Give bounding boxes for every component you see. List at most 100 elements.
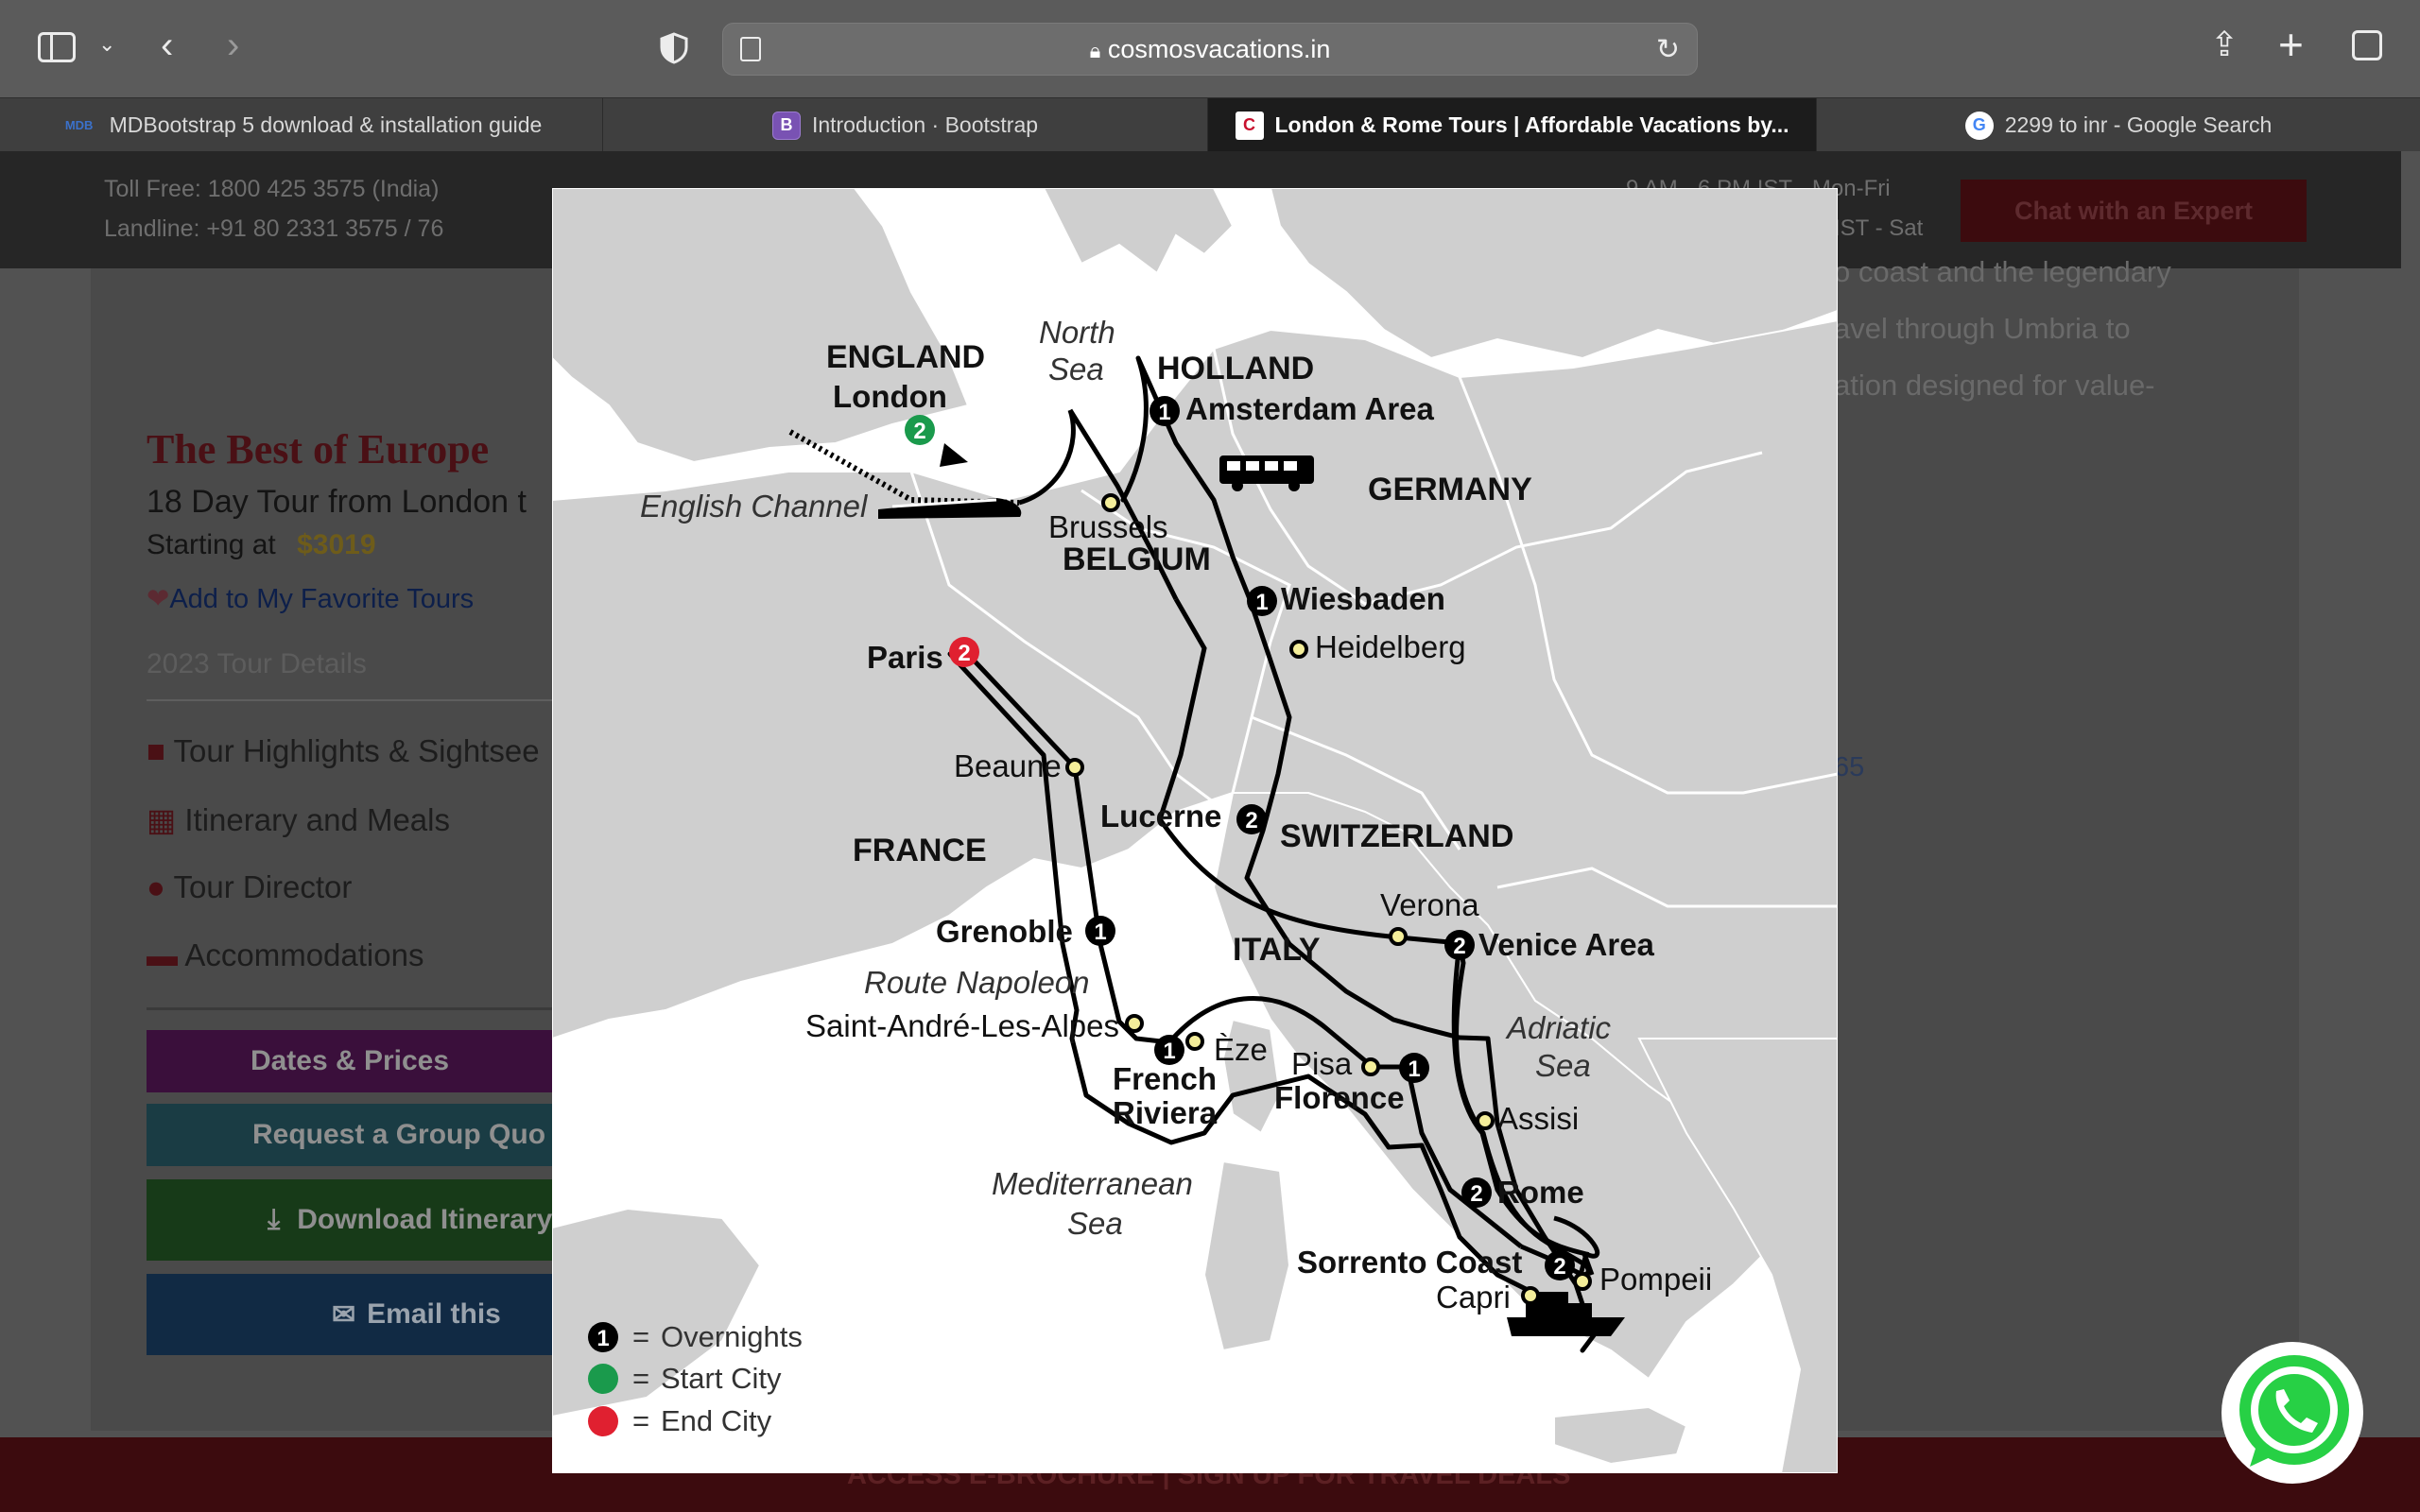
heidelberg-label: Heidelberg xyxy=(1315,629,1466,664)
cosmos-icon: C xyxy=(1235,111,1264,140)
tab-bar: MDB MDBootstrap 5 download & installatio… xyxy=(0,97,2420,152)
sorrento-label: Sorrento Coast xyxy=(1297,1245,1522,1280)
whatsapp-icon xyxy=(2226,1347,2359,1479)
chat-expert-button[interactable]: Chat with an Expert xyxy=(1961,180,2307,242)
price: $3019 xyxy=(297,529,376,560)
forward-icon[interactable]: › xyxy=(227,25,239,67)
pisa-stop xyxy=(1361,1057,1380,1076)
germany-label: GERMANY xyxy=(1368,472,1532,507)
heidelberg-stop xyxy=(1289,640,1308,659)
download-itinerary-button[interactable]: ⤓ Download Itinerary xyxy=(147,1179,553,1261)
svg-text:2: 2 xyxy=(958,641,970,666)
new-tab-icon[interactable]: + xyxy=(2278,19,2304,70)
legend-start-marker xyxy=(588,1364,618,1394)
adriatic-label: Adriatic xyxy=(1505,1010,1612,1045)
camera-icon: ■ xyxy=(147,733,165,768)
tour-map-modal[interactable]: ENGLAND HOLLAND GERMANY BELGIUM FRANCE S… xyxy=(552,188,1838,1473)
rome-label: Rome xyxy=(1497,1175,1584,1210)
legend-equals: = xyxy=(632,1362,649,1395)
svg-text:2: 2 xyxy=(1245,808,1257,833)
tour-description-2: avel through Umbria to xyxy=(1834,312,2131,345)
svg-text:1: 1 xyxy=(1163,1039,1175,1064)
divider xyxy=(147,699,553,701)
favorite-link[interactable]: ❤Add to My Favorite Tours xyxy=(147,582,474,615)
saint-andre-label: Saint-André-Les-Alpes xyxy=(805,1008,1119,1043)
holland-label: HOLLAND xyxy=(1157,351,1314,387)
group-quote-button[interactable]: Request a Group Quo xyxy=(147,1104,553,1166)
envelope-icon: ✉ xyxy=(332,1298,356,1331)
toll-free-text: Toll Free: 1800 425 3575 (India) xyxy=(104,176,440,202)
legend-overnight-symbol: 1 xyxy=(596,1326,609,1351)
menu-label: Itinerary and Meals xyxy=(184,802,450,837)
shield-icon[interactable] xyxy=(660,32,688,64)
grenoble-label: Grenoble xyxy=(936,914,1073,949)
tab-label: MDBootstrap 5 download & installation gu… xyxy=(109,112,543,137)
assisi-stop xyxy=(1476,1111,1495,1130)
beaune-label: Beaune xyxy=(954,748,1062,783)
hours-text-2: IST - Sat xyxy=(1834,215,1924,241)
svg-text:1: 1 xyxy=(1408,1057,1420,1082)
eze-stop xyxy=(1185,1032,1204,1051)
menu-item-highlights[interactable]: ■ Tour Highlights & Sightsee xyxy=(147,733,540,769)
menu-item-accommodations[interactable]: ▬ Accommodations xyxy=(147,937,424,973)
landline-text: Landline: +91 80 2331 3575 / 76 xyxy=(104,215,444,242)
tab-bootstrap[interactable]: B Introduction · Bootstrap xyxy=(603,98,1208,152)
bootstrap-icon: B xyxy=(771,111,801,140)
starting-at: Starting at $3019 xyxy=(147,529,376,561)
riviera-marker: 1 xyxy=(1154,1035,1184,1065)
paris-label: Paris xyxy=(867,640,943,675)
details-heading: 2023 Tour Details xyxy=(147,648,367,679)
url-text: cosmosvacations.in xyxy=(1107,35,1331,63)
tour-description: o coast and the legendary xyxy=(1834,255,2171,288)
beaune-stop xyxy=(1065,758,1084,777)
amsterdam-label: Amsterdam Area xyxy=(1185,391,1435,426)
google-icon: G xyxy=(1964,111,1994,140)
tab-cosmos[interactable]: C London & Rome Tours | Affordable Vacat… xyxy=(1208,98,1817,152)
svg-text:2: 2 xyxy=(1553,1254,1565,1280)
address-bar[interactable]: 🔒︎ cosmosvacations.in ↻ xyxy=(722,23,1698,76)
menu-label: Accommodations xyxy=(184,937,424,972)
legend-equals: = xyxy=(632,1320,649,1353)
chevron-down-icon[interactable]: ⌄ xyxy=(98,32,115,57)
lucerne-label: Lucerne xyxy=(1100,799,1221,833)
venice-label: Venice Area xyxy=(1478,927,1655,962)
whatsapp-button[interactable] xyxy=(2221,1342,2363,1484)
pisa-label: Pisa xyxy=(1291,1046,1353,1081)
menu-item-itinerary[interactable]: ▦ Itinerary and Meals xyxy=(147,801,450,838)
legend-equals: = xyxy=(632,1404,649,1437)
share-icon[interactable]: ⇪ xyxy=(2210,25,2238,64)
svg-text:1: 1 xyxy=(1255,590,1268,615)
tab-overview-icon[interactable] xyxy=(2352,30,2382,60)
svg-text:2: 2 xyxy=(913,419,925,444)
tab-google[interactable]: G 2299 to inr - Google Search xyxy=(1817,98,2420,152)
svg-text:2: 2 xyxy=(1470,1181,1482,1207)
paris-marker: 2 xyxy=(949,637,979,667)
heart-icon: ❤ xyxy=(147,584,170,614)
sorrento-marker: 2 xyxy=(1545,1250,1575,1280)
email-button[interactable]: ✉ Email this xyxy=(147,1274,553,1355)
sidebar-toggle-icon[interactable] xyxy=(38,32,76,62)
browser-toolbar: ⌄ ‹ › 🔒︎ cosmosvacations.in ↻ ⇪ + xyxy=(0,0,2420,97)
button-label: Email this xyxy=(367,1298,501,1330)
download-icon: ⤓ xyxy=(268,1204,281,1235)
tab-mdbootstrap[interactable]: MDB MDBootstrap 5 download & installatio… xyxy=(0,98,603,152)
brussels-stop xyxy=(1101,493,1120,512)
button-label: Download Itinerary xyxy=(297,1204,553,1235)
phone-fragment: 65 xyxy=(1834,752,1865,782)
london-marker: 2 xyxy=(905,415,935,445)
dates-prices-button[interactable]: Dates & Prices xyxy=(147,1030,553,1092)
favorite-label: Add to My Favorite Tours xyxy=(169,584,475,614)
menu-label: Tour Highlights & Sightsee xyxy=(173,733,540,768)
wiesbaden-label: Wiesbaden xyxy=(1281,581,1445,616)
florence-label: Florence xyxy=(1274,1080,1405,1115)
tour-title: The Best of Europe xyxy=(147,426,490,472)
verona-label: Verona xyxy=(1380,887,1479,922)
back-icon[interactable]: ‹ xyxy=(161,25,173,67)
pompeii-label: Pompeii xyxy=(1599,1262,1712,1297)
lucerne-marker: 2 xyxy=(1236,804,1267,834)
route-napoleon-label: Route Napoleon xyxy=(864,965,1090,1000)
menu-item-director[interactable]: ● Tour Director xyxy=(147,869,352,905)
menu-label: Tour Director xyxy=(173,869,353,904)
reload-icon[interactable]: ↻ xyxy=(1656,33,1680,66)
capri-stop xyxy=(1521,1286,1540,1305)
